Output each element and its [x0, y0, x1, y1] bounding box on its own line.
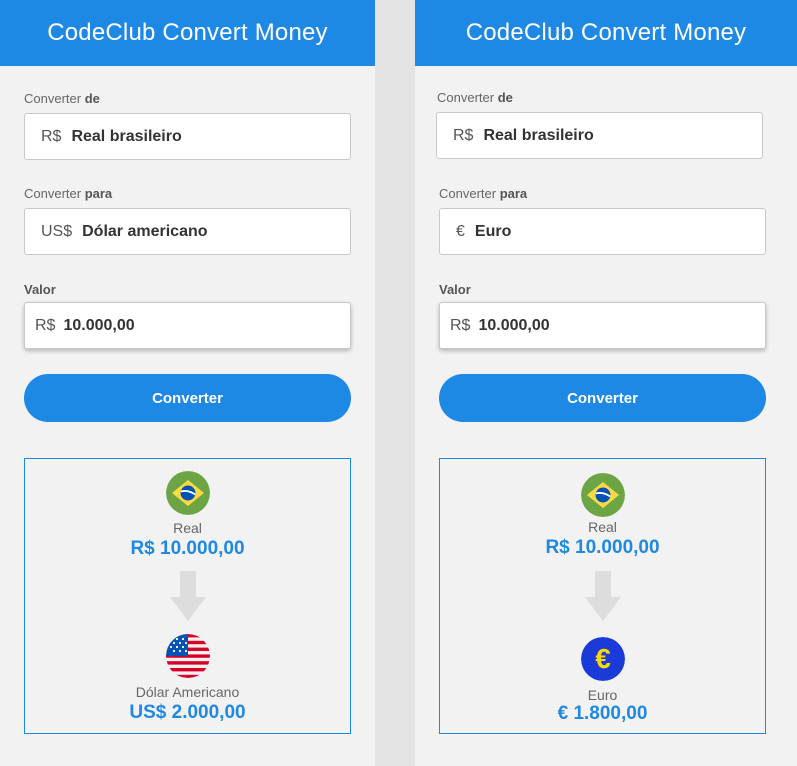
euro-icon: € [580, 637, 625, 681]
value-currency-symbol: R$ [450, 316, 471, 334]
convert-button[interactable]: Converter [439, 374, 766, 422]
value-label: Valor [24, 282, 56, 297]
to-currency-select[interactable]: US$ Dólar americano [24, 208, 351, 255]
value-field[interactable]: R$ [24, 302, 351, 349]
from-currency-select[interactable]: R$ Real brasileiro [24, 113, 351, 160]
to-label: Converter para [24, 186, 112, 201]
from-label: Converter de [24, 91, 100, 106]
value-input[interactable] [63, 316, 264, 335]
from-result-amount: R$ 10.000,00 [545, 537, 660, 558]
to-label-bold: para [499, 186, 528, 201]
app-title: CodeClub Convert Money [415, 0, 797, 66]
from-currency-name: Real brasileiro [483, 126, 594, 144]
to-result-amount: US$ 2.000,00 [129, 702, 246, 723]
from-result-name: Real [588, 519, 617, 535]
value-input[interactable] [478, 316, 679, 335]
to-label-bold: para [84, 186, 113, 201]
to-result-name: Dólar Americano [135, 684, 240, 700]
to-result-amount: € 1.800,00 [557, 703, 648, 724]
to-currency-name: Euro [474, 222, 512, 240]
value-currency-symbol: R$ [35, 316, 56, 334]
from-currency-name: Real brasileiro [71, 127, 182, 145]
converter-panel-left: CodeClub Convert Money Converter de R$ R… [0, 0, 375, 766]
to-label-text: Converter [439, 186, 497, 201]
from-label-text: Converter [437, 90, 495, 105]
from-result-name: Real [173, 520, 202, 536]
arrow-down-icon [584, 571, 621, 621]
from-currency-symbol: R$ [41, 127, 62, 145]
to-currency-symbol: € [456, 222, 465, 240]
to-currency-symbol: US$ [41, 222, 73, 240]
to-currency-select[interactable]: € Euro [439, 208, 766, 255]
arrow-down-icon [169, 571, 206, 621]
from-label-text: Converter [24, 91, 82, 106]
convert-button[interactable]: Converter [24, 374, 351, 422]
brazil-flag-icon [580, 473, 625, 517]
usa-flag-icon [165, 634, 210, 678]
value-field[interactable]: R$ [439, 302, 766, 349]
from-label: Converter de [437, 90, 513, 105]
from-label-bold: de [84, 91, 100, 106]
to-label: Converter para [439, 186, 527, 201]
from-currency-symbol: R$ [453, 126, 474, 144]
brazil-flag-icon [165, 471, 210, 515]
to-currency-name: Dólar americano [82, 222, 208, 240]
result-card: Real R$ 10.000,00 € Euro € 1.800,00 [439, 458, 766, 734]
to-label-text: Converter [24, 186, 82, 201]
converter-panel-right: CodeClub Convert Money Converter de R$ R… [415, 0, 797, 766]
from-label-bold: de [497, 90, 513, 105]
result-card: Real R$ 10.000,00 Dólar Americano US$ 2.… [24, 458, 351, 734]
to-result-name: Euro [587, 687, 618, 703]
app-title: CodeClub Convert Money [0, 0, 375, 66]
value-label: Valor [439, 282, 471, 297]
from-result-amount: R$ 10.000,00 [130, 538, 245, 559]
svg-text:€: € [595, 643, 611, 674]
from-currency-select[interactable]: R$ Real brasileiro [436, 112, 763, 159]
